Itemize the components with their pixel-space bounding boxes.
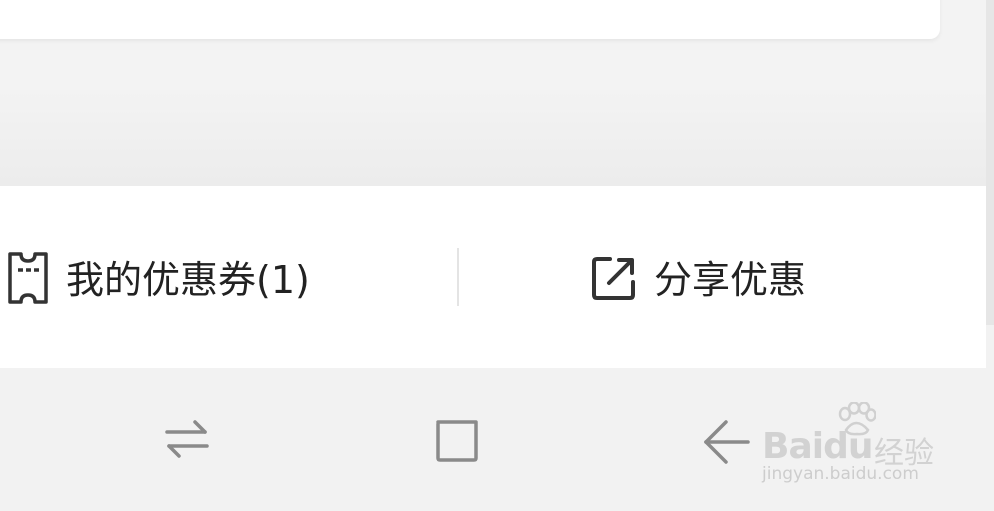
my-coupons-button[interactable]: 我的优惠券(1) (6, 244, 310, 316)
home-button[interactable] (432, 418, 482, 468)
switch-button[interactable] (162, 418, 212, 466)
back-button[interactable] (700, 418, 752, 472)
my-coupons-label: 我的优惠券(1) (66, 258, 310, 302)
ticket-icon (6, 250, 50, 310)
share-icon (590, 254, 638, 306)
share-offer-label: 分享优惠 (654, 258, 807, 302)
scrollbar[interactable] (986, 0, 994, 325)
content-card (0, 0, 940, 39)
action-bar: 我的优惠券(1) 分享优惠 (0, 186, 986, 368)
content-area (0, 0, 994, 186)
back-arrow-icon (700, 420, 752, 472)
share-offer-button[interactable]: 分享优惠 (590, 244, 806, 316)
switch-arrows-icon (162, 420, 212, 466)
divider (457, 248, 459, 306)
system-nav-bar (0, 368, 994, 511)
square-home-icon (432, 420, 482, 468)
